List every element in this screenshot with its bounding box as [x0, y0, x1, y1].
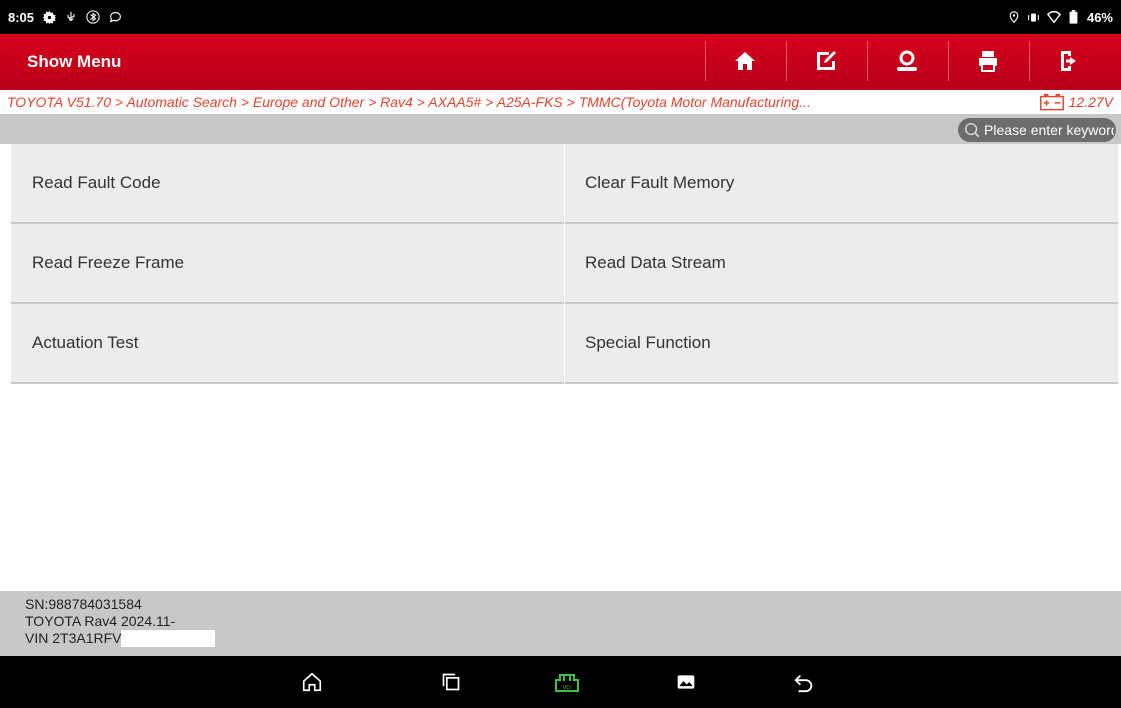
settings-icon [42, 10, 56, 24]
search-input[interactable] [982, 122, 1116, 138]
vin-row: VIN 2T3A1RFV [25, 630, 216, 647]
vci-icon: VCI [555, 674, 579, 692]
print-button[interactable] [948, 41, 1027, 81]
function-menu: Read Fault Code Clear Fault Memory Read … [11, 144, 1118, 384]
wifi-icon [1046, 10, 1061, 24]
toolbar [705, 41, 1108, 81]
home-icon [735, 52, 755, 70]
breadcrumb-path: TOYOTA V51.70 > Automatic Search > Europ… [7, 94, 811, 110]
vehicle-info-footer: SN:988784031584 TOYOTA Rav4 2024.11- VIN… [0, 591, 1121, 656]
home-button[interactable] [705, 41, 784, 81]
vin-text: VIN 2T3A1RFV [25, 630, 122, 646]
serial-number: SN:988784031584 [25, 596, 142, 612]
battery-icon [1067, 10, 1081, 24]
vehicle-info: SN:988784031584 TOYOTA Rav4 2024.11- VIN… [25, 596, 216, 647]
print-icon [979, 51, 997, 72]
back-icon [794, 674, 813, 693]
exit-icon [1061, 51, 1076, 71]
remote-support-button[interactable] [867, 41, 946, 81]
vehicle-model: TOYOTA Rav4 2024.11- [25, 613, 176, 629]
nav-gallery-button[interactable] [672, 668, 700, 696]
system-nav-bar: VCI [0, 656, 1121, 708]
recents-icon [442, 673, 460, 691]
voltage-value: 12.27V [1068, 94, 1113, 110]
exit-button[interactable] [1029, 41, 1108, 81]
vibrate-icon [1027, 10, 1041, 24]
location-icon [1007, 10, 1021, 24]
menu-item-actuation-test[interactable]: Actuation Test [11, 304, 564, 384]
nav-recents-button[interactable] [437, 668, 465, 696]
status-time: 8:05 [8, 9, 35, 25]
menu-item-special-function[interactable]: Special Function [565, 304, 1118, 384]
nav-home-button[interactable] [298, 668, 326, 696]
menu-item-clear-fault-memory[interactable]: Clear Fault Memory [565, 144, 1118, 224]
voltage-indicator: 12.27V [1039, 90, 1113, 114]
search-box[interactable] [958, 118, 1116, 142]
battery-percent: 46% [1086, 9, 1113, 25]
app-header: Show Menu [0, 34, 1121, 90]
gallery-icon [677, 675, 695, 689]
nav-back-button[interactable] [790, 668, 818, 696]
usb-icon [64, 10, 78, 24]
menu-item-read-fault-code[interactable]: Read Fault Code [11, 144, 564, 224]
home-icon [302, 672, 322, 692]
breadcrumb: TOYOTA V51.70 > Automatic Search > Europ… [0, 90, 1121, 114]
edit-report-icon [817, 51, 836, 70]
car-battery-icon [1039, 93, 1064, 111]
chat-icon [108, 10, 122, 24]
nav-vci-button[interactable]: VCI [553, 668, 581, 696]
vin-redaction [121, 630, 216, 647]
status-left: 8:05 [8, 0, 122, 34]
svg-text:VCI: VCI [563, 685, 571, 691]
status-bar: 8:05 46% [0, 0, 1121, 34]
menu-item-read-freeze-frame[interactable]: Read Freeze Frame [11, 224, 564, 304]
page-title: Show Menu [27, 52, 122, 71]
remote-support-icon [897, 50, 917, 71]
status-right: 46% [1007, 0, 1113, 34]
search-strip [0, 114, 1121, 144]
menu-item-read-data-stream[interactable]: Read Data Stream [565, 224, 1118, 304]
edit-report-button[interactable] [786, 41, 865, 81]
bluetooth-icon [86, 10, 100, 24]
search-icon [962, 119, 982, 141]
